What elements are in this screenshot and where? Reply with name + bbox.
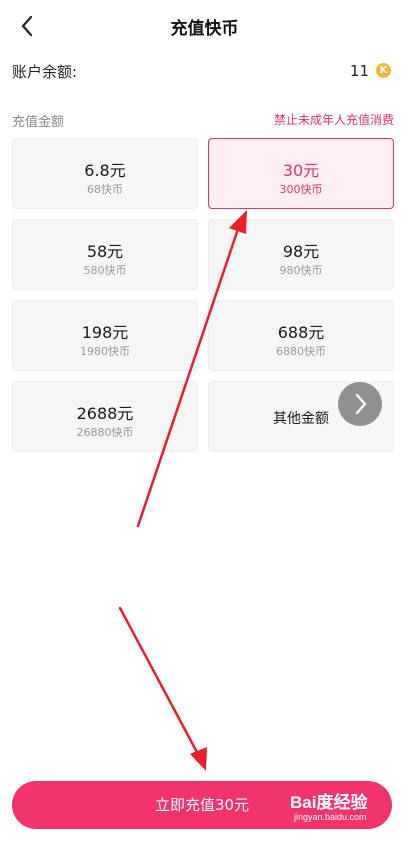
- option-coins: 1980快币: [80, 345, 130, 358]
- option-amount: 2688元: [76, 404, 134, 423]
- minor-notice: 禁止未成年人充值消费: [273, 113, 394, 127]
- balance-label: 账户余额:: [12, 63, 78, 81]
- option-amount: 98元: [282, 242, 320, 261]
- section-title: 充值金额: [12, 115, 65, 130]
- option-amount: 58元: [86, 242, 124, 261]
- chevron-right-icon: [355, 393, 367, 415]
- watermark-brand: Bai度经验: [290, 793, 368, 812]
- balance-value: 11: [349, 62, 369, 80]
- baidu-jingyan-watermark: Bai度经验 jingyan.baidu.com: [290, 784, 402, 830]
- coin-icon: K: [376, 63, 391, 78]
- option-amount: 30元: [282, 161, 320, 180]
- option-amount: 688元: [277, 323, 325, 342]
- option-amount: 198元: [81, 323, 129, 342]
- recharge-option-58[interactable]: 58元 580快币: [12, 219, 198, 290]
- balance-row: 账户余额: 11 K: [12, 60, 391, 82]
- option-coins: 6880快币: [276, 345, 326, 358]
- annotation-arrow-to-button: [118, 606, 207, 771]
- page-title: 充值快币: [170, 19, 239, 39]
- recharge-option-2688[interactable]: 2688元 26880快币: [12, 381, 198, 452]
- recharge-option-6-8[interactable]: 6.8元 68快币: [12, 138, 198, 209]
- header: 充值快币: [0, 0, 409, 52]
- option-coins: 580快币: [83, 264, 127, 277]
- recharge-option-198[interactable]: 198元 1980快币: [12, 300, 198, 371]
- option-coins: 980快币: [279, 264, 323, 277]
- floating-next-button[interactable]: [338, 382, 382, 426]
- recharge-option-98[interactable]: 98元 980快币: [208, 219, 394, 290]
- recharge-section-header: 充值金额 禁止未成年人充值消费: [12, 110, 394, 130]
- watermark-site: jingyan.baidu.com: [294, 812, 367, 822]
- recharge-option-30-selected[interactable]: 30元 300快币: [208, 138, 394, 209]
- option-coins: 26880快币: [76, 426, 134, 439]
- recharge-option-688[interactable]: 688元 6880快币: [208, 300, 394, 371]
- option-coins: 68快币: [87, 183, 123, 196]
- option-coins: 300快币: [279, 183, 323, 196]
- option-amount: 6.8元: [84, 161, 126, 180]
